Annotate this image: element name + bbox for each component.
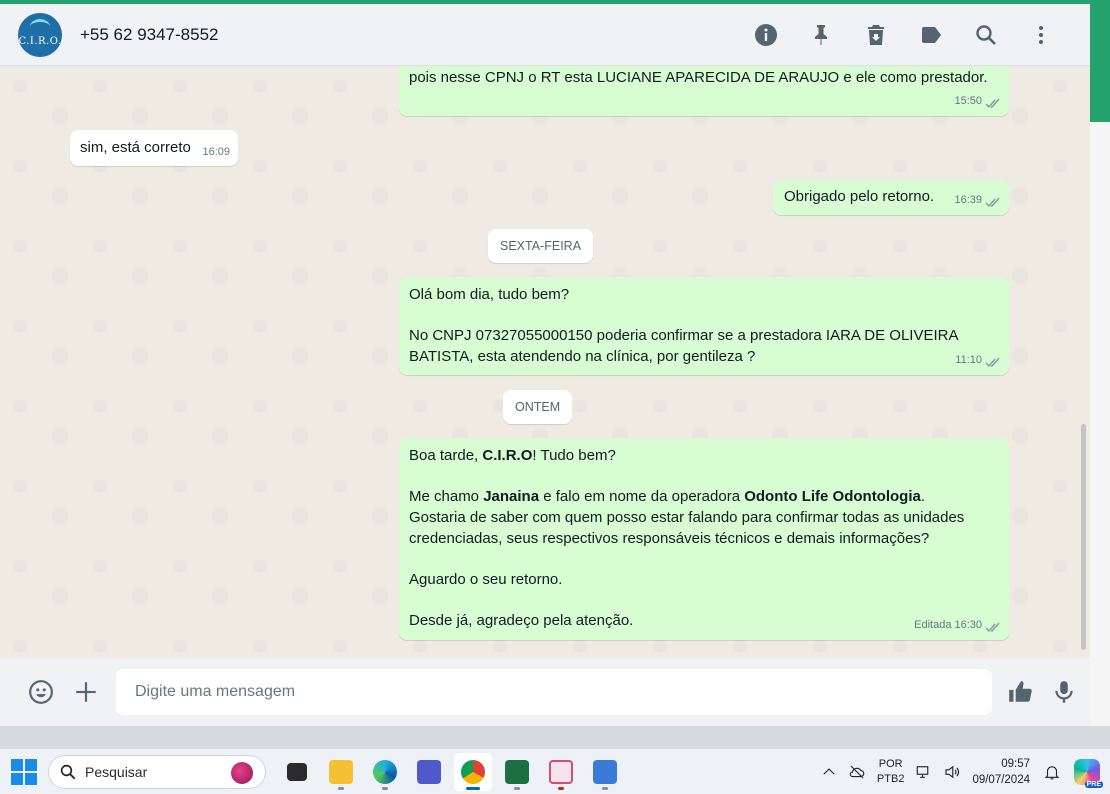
- info-icon[interactable]: [738, 15, 793, 55]
- copilot-badge: PRE: [1084, 780, 1103, 788]
- clock-time: 09:57: [1001, 757, 1030, 770]
- message-paragraph-2: Me chamo Janaina e falo em nome da opera…: [409, 486, 989, 549]
- search-icon[interactable]: [958, 15, 1013, 55]
- message-text: Obrigado pelo retorno.: [784, 188, 935, 205]
- message-meta: Editada 16:30: [914, 615, 1001, 636]
- message-meta: 16:39: [954, 190, 1001, 211]
- message-time: 16:30: [954, 619, 982, 631]
- chat-scrollbar[interactable]: [1081, 66, 1088, 658]
- message-meta: 16:09: [202, 142, 230, 163]
- message-outgoing[interactable]: pois nesse CPNJ o RT esta LUCIANE APAREC…: [399, 66, 1009, 116]
- edited-label: Editada: [914, 619, 952, 631]
- message-input[interactable]: [116, 669, 992, 715]
- message-outgoing[interactable]: Boa tarde, C.I.R.O! Tudo bem? Me chamo J…: [399, 438, 1009, 640]
- message-bold-text: Odonto Life Odontologia: [744, 488, 921, 505]
- search-highlight-icon: [231, 761, 253, 784]
- message-time: 16:09: [202, 146, 230, 158]
- message-bold-text: Janaina: [483, 488, 540, 505]
- message-text: ! Tudo bem?: [532, 447, 616, 464]
- edge-browser-icon[interactable]: [366, 753, 404, 791]
- clock[interactable]: 09:57 09/07/2024: [972, 756, 1030, 788]
- double-check-icon: [985, 355, 1001, 368]
- message-text: e falo em nome da operadora: [539, 488, 745, 505]
- network-icon[interactable]: [910, 758, 938, 786]
- message-meta: 11:10: [955, 350, 1001, 371]
- microphone-icon[interactable]: [1042, 670, 1086, 714]
- taskbar: Pesquisar POR PTB2 09:57 09/07/2024 PRE: [0, 748, 1110, 794]
- contact-name[interactable]: +55 62 9347-8552: [80, 25, 219, 45]
- windows-start-icon[interactable]: [11, 758, 37, 785]
- notification-bell-icon[interactable]: [1038, 758, 1066, 786]
- message-time: 16:39: [954, 194, 982, 206]
- avatar-text: C.I.R.O.: [18, 36, 62, 47]
- message-time: 15:50: [954, 95, 982, 107]
- task-view-icon[interactable]: [278, 753, 316, 791]
- volume-icon[interactable]: [938, 758, 966, 786]
- emoji-icon[interactable]: [19, 670, 63, 714]
- delete-icon[interactable]: [848, 15, 903, 55]
- date-divider: ONTEM: [503, 390, 573, 424]
- double-check-icon: [985, 96, 1001, 109]
- message-text-line2: No CNPJ 07327055000150 poderia confirmar…: [409, 327, 962, 365]
- cloud-offline-icon[interactable]: [843, 758, 871, 786]
- search-icon: [60, 764, 76, 779]
- message-paragraph-1: Boa tarde, C.I.R.O! Tudo bem?: [409, 445, 989, 466]
- date-divider: SEXTA-FEIRA: [488, 229, 594, 263]
- message-text: Gostaria de saber com quem posso estar f…: [409, 509, 965, 547]
- search-label: Pesquisar: [85, 763, 148, 780]
- keyboard-language[interactable]: POR PTB2: [877, 757, 905, 787]
- notepad-icon[interactable]: [586, 753, 624, 791]
- message-text: .: [920, 488, 926, 505]
- double-check-icon: [985, 620, 1001, 633]
- clock-date: 09/07/2024: [972, 773, 1030, 786]
- language-code: POR: [878, 757, 903, 770]
- outer-scroll-thumb: [1090, 4, 1110, 122]
- excel-icon[interactable]: [498, 753, 536, 791]
- message-text: Boa tarde,: [409, 447, 483, 464]
- avatar[interactable]: C.I.R.O.: [18, 12, 62, 57]
- message-text: sim, está correto: [80, 139, 191, 156]
- double-check-icon: [985, 195, 1001, 208]
- message-paragraph-3: Aguardo o seu retorno.: [409, 571, 563, 588]
- pin-icon[interactable]: [793, 15, 848, 55]
- chevron-up-icon[interactable]: [815, 758, 843, 786]
- message-outgoing[interactable]: Obrigado pelo retorno. 16:39: [773, 180, 1009, 215]
- thumbs-up-icon[interactable]: [998, 670, 1042, 714]
- message-outgoing[interactable]: Olá bom dia, tudo bem? No CNPJ 073270550…: [399, 277, 1009, 375]
- message-time: 11:10: [955, 354, 982, 366]
- message-meta: 15:50: [954, 91, 1001, 112]
- attach-plus-icon[interactable]: [64, 670, 108, 714]
- label-icon[interactable]: [903, 15, 958, 55]
- scrollbar-thumb[interactable]: [1081, 424, 1086, 650]
- keyboard-layout: PTB2: [876, 772, 905, 785]
- system-tray: POR PTB2 09:57 09/07/2024 PRE: [815, 749, 1110, 794]
- chat-header: C.I.R.O. +55 62 9347-8552: [0, 4, 1090, 66]
- compose-bar: [0, 658, 1090, 726]
- message-text-line1: Olá bom dia, tudo bem?: [409, 286, 570, 303]
- teams-icon[interactable]: [410, 753, 448, 791]
- taskbar-search[interactable]: Pesquisar: [48, 754, 266, 789]
- window-edge: [1090, 4, 1110, 726]
- snipping-tool-icon[interactable]: [542, 753, 580, 791]
- menu-icon[interactable]: [1013, 15, 1068, 55]
- file-explorer-icon[interactable]: [322, 753, 360, 791]
- whatsapp-window: C.I.R.O. +55 62 9347-8552 pois nesse CPN…: [0, 4, 1090, 726]
- copilot-icon[interactable]: PRE: [1074, 758, 1103, 788]
- message-text: Me chamo: [409, 488, 484, 505]
- message-incoming[interactable]: sim, está correto 16:09: [70, 130, 238, 166]
- message-paragraph-4: Desde já, agradeço pela atenção.: [409, 612, 634, 629]
- message-bold-text: C.I.R.O: [482, 447, 533, 464]
- message-text: pois nesse CPNJ o RT esta LUCIANE APAREC…: [409, 69, 988, 86]
- chrome-icon[interactable]: [454, 752, 492, 791]
- message-list[interactable]: pois nesse CPNJ o RT esta LUCIANE APAREC…: [0, 66, 1090, 658]
